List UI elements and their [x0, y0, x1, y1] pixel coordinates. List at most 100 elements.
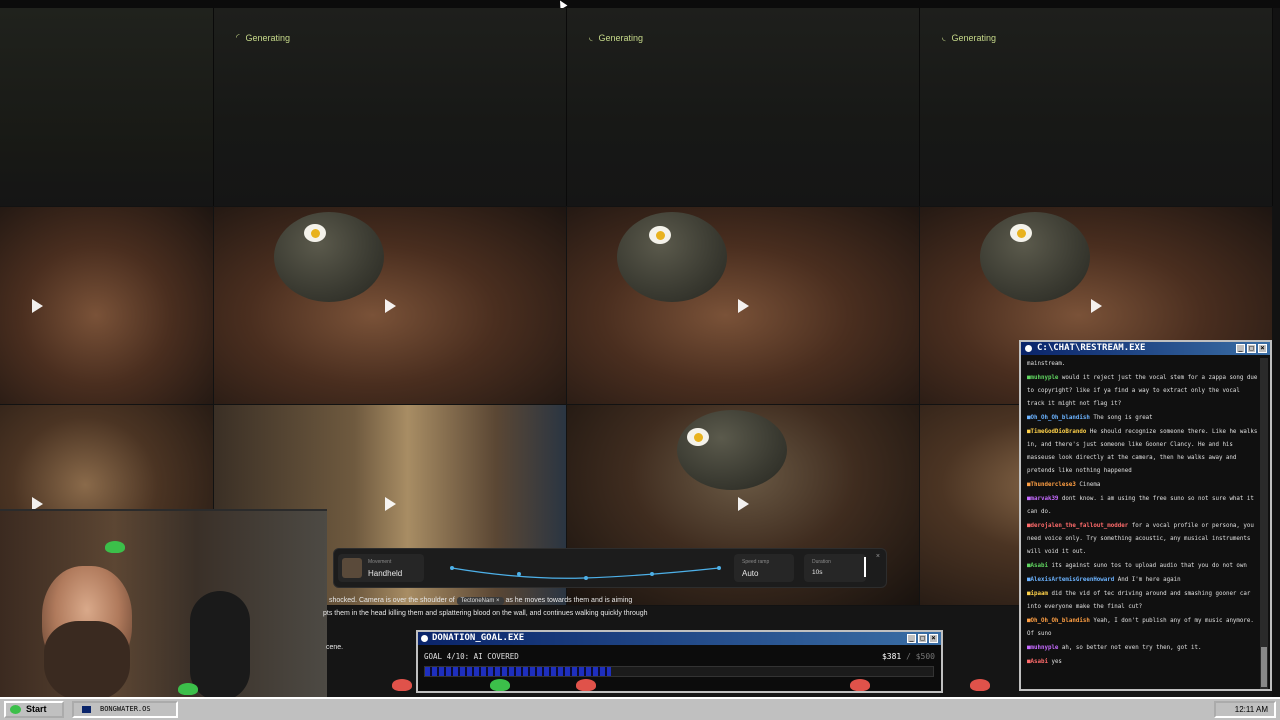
- chat-message: ■marvak39 dont know. i am using the free…: [1027, 493, 1260, 519]
- chat-scroll-thumb[interactable]: [1261, 647, 1267, 687]
- maximize-icon[interactable]: □: [1247, 344, 1256, 353]
- chat-message: ■muhnyple ah, so better not even try the…: [1027, 642, 1260, 655]
- egg-decal: [1010, 224, 1032, 242]
- chat-message: ■muhnyple would it reject just the vocal…: [1027, 372, 1260, 411]
- goal-progress-track: [424, 666, 934, 677]
- egg-decal: [304, 224, 326, 242]
- video-settings-panel: Movement Handheld Speed ramp Auto Durati…: [333, 548, 887, 588]
- duration-slider-handle[interactable]: [864, 557, 866, 577]
- video-thumbnail[interactable]: [567, 207, 919, 404]
- donation-title: DONATION_GOAL.EXE: [432, 633, 525, 643]
- webcam-overlay: [0, 509, 327, 699]
- microphone: [190, 591, 250, 699]
- egg-decal: [687, 428, 709, 446]
- taskbar-item-label: BONGWATER.OS: [100, 705, 151, 713]
- streamer-beard: [44, 621, 130, 699]
- taskbar-item-bongwater[interactable]: BONGWATER.OS: [72, 701, 178, 718]
- clock-label: 12:11 AM: [1234, 705, 1268, 714]
- chat-window-icon: [1025, 345, 1032, 352]
- chat-text: And I'm here again: [1117, 577, 1181, 583]
- taskbar-clock: 12:11 AM: [1214, 701, 1276, 718]
- movement-value: Handheld: [368, 569, 403, 578]
- spinner-icon: ◟: [589, 32, 593, 42]
- chat-username: muhnyple: [1030, 645, 1062, 651]
- chat-username: derojalen_the_fallout_modder: [1030, 523, 1132, 529]
- chat-username: Thunderclese3: [1030, 482, 1080, 488]
- goal-current: $381: [881, 652, 902, 661]
- chat-text: He should recognize someone there. Like …: [1027, 429, 1258, 474]
- video-card-blank[interactable]: [0, 8, 214, 206]
- duration-label: Duration: [812, 559, 831, 565]
- chat-message: ■AlexisArtemisGreenHoward And I'm here a…: [1027, 574, 1260, 587]
- video-card-generating-3[interactable]: ◟ Generating: [920, 8, 1273, 206]
- video-card-generating-1[interactable]: ◜ Generating: [214, 8, 567, 206]
- chat-message: mainstream.: [1027, 358, 1260, 371]
- frog-icon: [105, 541, 125, 553]
- chat-text: yes: [1051, 659, 1062, 665]
- speed-value: Auto: [742, 569, 759, 578]
- goal-progress-fill: [425, 667, 611, 676]
- chat-message: ■Asabi its against suno tos to upload au…: [1027, 560, 1260, 573]
- duration-select[interactable]: Duration 10s: [804, 554, 866, 582]
- play-icon[interactable]: [738, 497, 749, 511]
- chat-username: Asabi: [1030, 563, 1052, 569]
- donation-title-bar[interactable]: DONATION_GOAL.EXE _ □ ×: [418, 632, 941, 645]
- chat-scrollbar[interactable]: [1260, 358, 1268, 689]
- minimize-icon[interactable]: _: [1236, 344, 1245, 353]
- start-button[interactable]: Start: [4, 701, 64, 718]
- chat-title-bar[interactable]: C:\CHAT\RESTREAM.EXE _ □ ×: [1021, 342, 1270, 355]
- chat-text: ah, so better not even try then, got it.: [1061, 645, 1202, 651]
- close-icon[interactable]: ×: [876, 553, 880, 560]
- chat-text: The song is great: [1093, 415, 1153, 421]
- play-icon[interactable]: [32, 299, 43, 313]
- play-icon[interactable]: [1091, 299, 1102, 313]
- prompt-line-2[interactable]: pts them in the head killing them and sp…: [323, 610, 648, 617]
- chat-username: Oh_Oh_Oh_blandish: [1030, 415, 1094, 421]
- prompt-line-3[interactable]: cene.: [326, 644, 343, 651]
- movement-label: Movement: [368, 559, 392, 565]
- chat-username: Asabi: [1030, 659, 1052, 665]
- prompt-line-1[interactable]: shocked. Camera is over the shoulder of …: [329, 597, 632, 605]
- generating-label: Generating: [951, 32, 997, 43]
- frog-icon: [490, 679, 510, 691]
- movement-thumbnail: [342, 558, 362, 578]
- chat-message: ■Thunderclese3 Cinema: [1027, 479, 1260, 492]
- speed-ramp-select[interactable]: Speed ramp Auto: [734, 554, 794, 582]
- prompt-text: shocked. Camera is over the shoulder of: [329, 597, 455, 604]
- video-card-generating-2[interactable]: ◟ Generating: [567, 8, 920, 206]
- duration-value: 10s: [812, 569, 823, 576]
- play-icon[interactable]: [738, 299, 749, 313]
- movement-select[interactable]: Movement Handheld: [338, 554, 424, 582]
- chat-message: ■Asabi yes: [1027, 656, 1260, 669]
- window-icon: [82, 706, 91, 713]
- play-icon[interactable]: [385, 299, 396, 313]
- speed-label: Speed ramp: [742, 559, 770, 565]
- play-icon[interactable]: [385, 497, 396, 511]
- mention-chip[interactable]: TectoneNam ×: [456, 597, 504, 605]
- speed-curve-editor[interactable]: [434, 554, 734, 582]
- video-thumbnail[interactable]: [214, 207, 566, 404]
- speed-curve[interactable]: [434, 554, 734, 582]
- frog-icon: [178, 683, 198, 695]
- chat-username: Oh_Oh_Oh_blandish: [1030, 618, 1094, 624]
- chat-username: marvak39: [1030, 496, 1062, 502]
- close-icon[interactable]: ×: [1258, 344, 1267, 353]
- chat-message: ■TimeGodDioBrando He should recognize so…: [1027, 426, 1260, 478]
- goal-amount: $381 / $500: [882, 652, 935, 661]
- minimize-icon[interactable]: _: [907, 634, 916, 643]
- generating-status: ◟ Generating: [589, 32, 643, 43]
- frog-icon: [10, 705, 21, 714]
- spinner-icon: ◟: [942, 32, 946, 42]
- chat-text: did the vid of tec driving around and sm…: [1027, 591, 1251, 610]
- video-thumbnail[interactable]: [0, 207, 213, 404]
- goal-separator: /: [906, 652, 911, 661]
- chat-window: C:\CHAT\RESTREAM.EXE _ □ × mainstream. ■m…: [1019, 340, 1272, 691]
- chat-username: ipaam: [1030, 591, 1052, 597]
- chat-message: ■ipaam did the vid of tec driving around…: [1027, 588, 1260, 614]
- chat-text: Cinema: [1079, 482, 1101, 488]
- maximize-icon[interactable]: □: [918, 634, 927, 643]
- close-icon[interactable]: ×: [929, 634, 938, 643]
- generating-label: Generating: [598, 32, 644, 43]
- chat-message: ■derojalen_the_fallout_modder for a voca…: [1027, 520, 1260, 559]
- generating-status: ◜ Generating: [236, 32, 290, 43]
